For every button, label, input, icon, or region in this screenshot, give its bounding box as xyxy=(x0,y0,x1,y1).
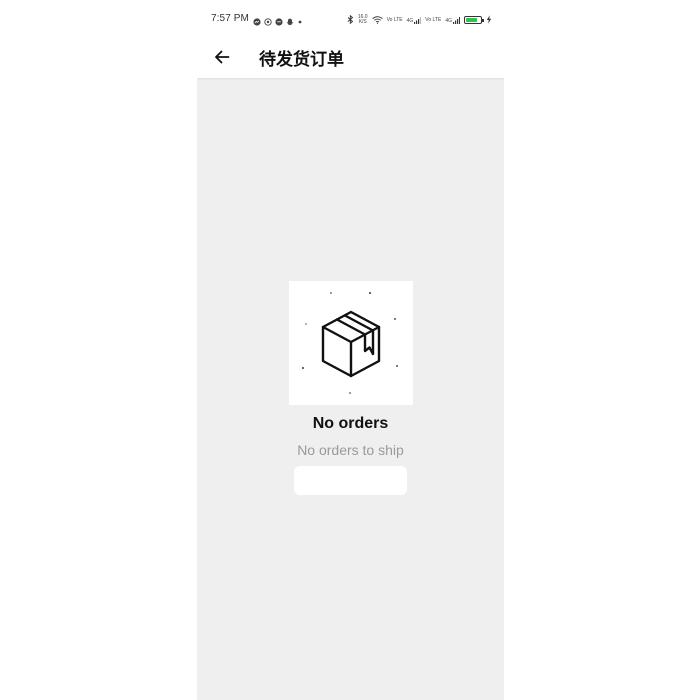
battery-level xyxy=(466,18,477,22)
empty-action-button[interactable] xyxy=(294,466,407,495)
wifi-icon xyxy=(371,11,383,29)
empty-subtitle: No orders to ship xyxy=(297,442,404,458)
notification-icons xyxy=(253,13,303,31)
snapchat-icon xyxy=(286,13,294,31)
battery-icon xyxy=(464,16,484,24)
whatsapp-icon xyxy=(264,13,272,31)
empty-illustration xyxy=(288,281,413,405)
chat-icon xyxy=(275,13,283,31)
app-header: 待发货订单 xyxy=(197,38,504,78)
battery-tip xyxy=(482,19,484,22)
phone-screen: 7:57 PM 16.0 K/S Vo LTE 4G Vo LTE 4G 待发货… xyxy=(197,0,504,700)
empty-state: No orders No orders to ship xyxy=(197,281,504,495)
page-title: 待发货订单 xyxy=(259,50,344,70)
arrow-left-icon xyxy=(215,50,230,64)
status-bar: 7:57 PM 16.0 K/S Vo LTE 4G Vo LTE 4G xyxy=(197,0,504,38)
sim1-signal: 4G xyxy=(407,16,422,24)
package-box-icon xyxy=(301,291,398,394)
system-icons: 16.0 K/S Vo LTE 4G Vo LTE 4G xyxy=(347,11,492,29)
dot-icon xyxy=(297,13,303,31)
sim2-volte: Vo LTE xyxy=(425,16,442,23)
empty-title: No orders xyxy=(312,415,389,432)
back-button[interactable] xyxy=(209,44,235,70)
network-speed: 16.0 K/S xyxy=(357,14,368,25)
signal-bars-icon xyxy=(453,16,460,24)
charging-icon xyxy=(486,11,492,29)
signal-bars-icon xyxy=(414,16,422,24)
sim1-volte: Vo LTE xyxy=(386,16,403,23)
bluetooth-icon xyxy=(347,11,354,29)
sim2-signal: 4G xyxy=(445,16,460,24)
messenger-icon xyxy=(253,13,261,31)
status-time: 7:57 PM xyxy=(211,13,249,24)
